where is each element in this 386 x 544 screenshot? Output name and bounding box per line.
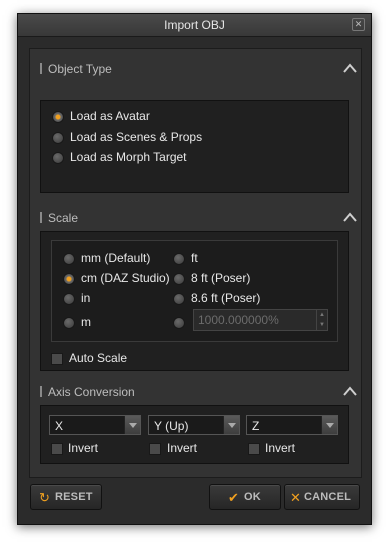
cancel-button-label: CANCEL xyxy=(304,491,352,503)
radio-button[interactable] xyxy=(52,152,64,164)
radio-button[interactable] xyxy=(52,111,64,123)
auto-scale-checkbox[interactable] xyxy=(51,353,63,365)
axis-y-value: Y (Up) xyxy=(154,419,189,433)
radio-label: Load as Avatar xyxy=(70,109,150,123)
invert-x-checkbox[interactable] xyxy=(51,443,63,455)
checkmark-icon: ✔ xyxy=(228,490,239,505)
x-icon: ✕ xyxy=(290,490,301,505)
section-marker xyxy=(40,212,42,223)
section-marker xyxy=(40,386,42,397)
radio-button[interactable] xyxy=(63,293,75,305)
dialog-title: Import OBJ xyxy=(164,18,225,32)
radio-label: m xyxy=(81,315,91,329)
import-obj-dialog: Import OBJ ✕ Object Type Load as Avatar … xyxy=(17,13,372,525)
scale-label: Scale xyxy=(48,211,79,225)
scale-options-panel: mm (Default) cm (DAZ Studio) in m ft 8 f… xyxy=(51,240,338,342)
radio-button[interactable] xyxy=(173,253,185,265)
custom-scale-value: 1000.000000% xyxy=(198,313,279,327)
radio-button[interactable] xyxy=(173,317,185,329)
radio-button[interactable] xyxy=(173,273,185,285)
scale-panel: mm (Default) cm (DAZ Studio) in m ft 8 f… xyxy=(40,231,349,371)
axis-z-dropdown[interactable]: Z xyxy=(246,415,338,435)
custom-scale-field[interactable]: 1000.000000% ▲ ▼ xyxy=(193,309,328,331)
axis-x-dropdown[interactable]: X xyxy=(49,415,141,435)
radio-button[interactable] xyxy=(173,293,185,305)
axis-conversion-label: Axis Conversion xyxy=(48,385,135,399)
chevron-down-icon[interactable] xyxy=(124,416,140,434)
axis-conversion-panel: X Y (Up) Z Invert Invert Invert xyxy=(40,405,349,464)
chevron-down-icon[interactable] xyxy=(321,416,337,434)
radio-label: Load as Morph Target xyxy=(70,150,187,164)
reset-button[interactable]: ↻ RESET xyxy=(30,484,102,510)
refresh-icon: ↻ xyxy=(39,490,50,505)
invert-z-checkbox[interactable] xyxy=(248,443,260,455)
radio-button[interactable] xyxy=(52,132,64,144)
radio-label: ft xyxy=(191,251,198,265)
dialog-content: Object Type Load as Avatar Load as Scene… xyxy=(29,48,362,478)
object-type-panel: Load as Avatar Load as Scenes & Props Lo… xyxy=(40,100,349,193)
spin-up-icon[interactable]: ▲ xyxy=(317,310,327,320)
axis-conversion-header[interactable]: Axis Conversion xyxy=(40,383,360,403)
axis-x-value: X xyxy=(55,419,64,433)
invert-y-label: Invert xyxy=(167,441,198,455)
radio-label: 8 ft (Poser) xyxy=(191,271,251,285)
ok-button-label: OK xyxy=(244,491,261,503)
object-type-label: Object Type xyxy=(48,62,112,76)
invert-y-checkbox[interactable] xyxy=(149,443,161,455)
radio-label: 8.6 ft (Poser) xyxy=(191,291,261,305)
section-marker xyxy=(40,63,42,74)
radio-label: mm (Default) xyxy=(81,251,151,265)
chevron-down-icon[interactable] xyxy=(223,416,239,434)
radio-button[interactable] xyxy=(63,253,75,265)
chevron-up-icon[interactable] xyxy=(342,211,358,223)
close-icon[interactable]: ✕ xyxy=(352,18,365,31)
radio-button[interactable] xyxy=(63,317,75,329)
cancel-button[interactable]: ✕ CANCEL xyxy=(284,484,360,510)
radio-label: Load as Scenes & Props xyxy=(70,130,203,144)
title-bar[interactable]: Import OBJ ✕ xyxy=(18,14,371,37)
ok-button[interactable]: ✔ OK xyxy=(209,484,281,510)
axis-y-dropdown[interactable]: Y (Up) xyxy=(148,415,240,435)
radio-label: in xyxy=(81,291,91,305)
spin-down-icon[interactable]: ▼ xyxy=(317,320,327,330)
invert-z-label: Invert xyxy=(265,441,296,455)
object-type-header[interactable]: Object Type xyxy=(40,60,360,80)
radio-button[interactable] xyxy=(63,273,75,285)
reset-button-label: RESET xyxy=(55,491,93,503)
auto-scale-label: Auto Scale xyxy=(69,351,128,365)
custom-scale-spinner[interactable]: ▲ ▼ xyxy=(316,310,327,330)
radio-label: cm (DAZ Studio) xyxy=(81,271,170,285)
invert-x-label: Invert xyxy=(68,441,99,455)
chevron-up-icon[interactable] xyxy=(342,385,358,397)
axis-z-value: Z xyxy=(252,419,260,433)
chevron-up-icon[interactable] xyxy=(342,62,358,74)
scale-header[interactable]: Scale xyxy=(40,209,360,229)
